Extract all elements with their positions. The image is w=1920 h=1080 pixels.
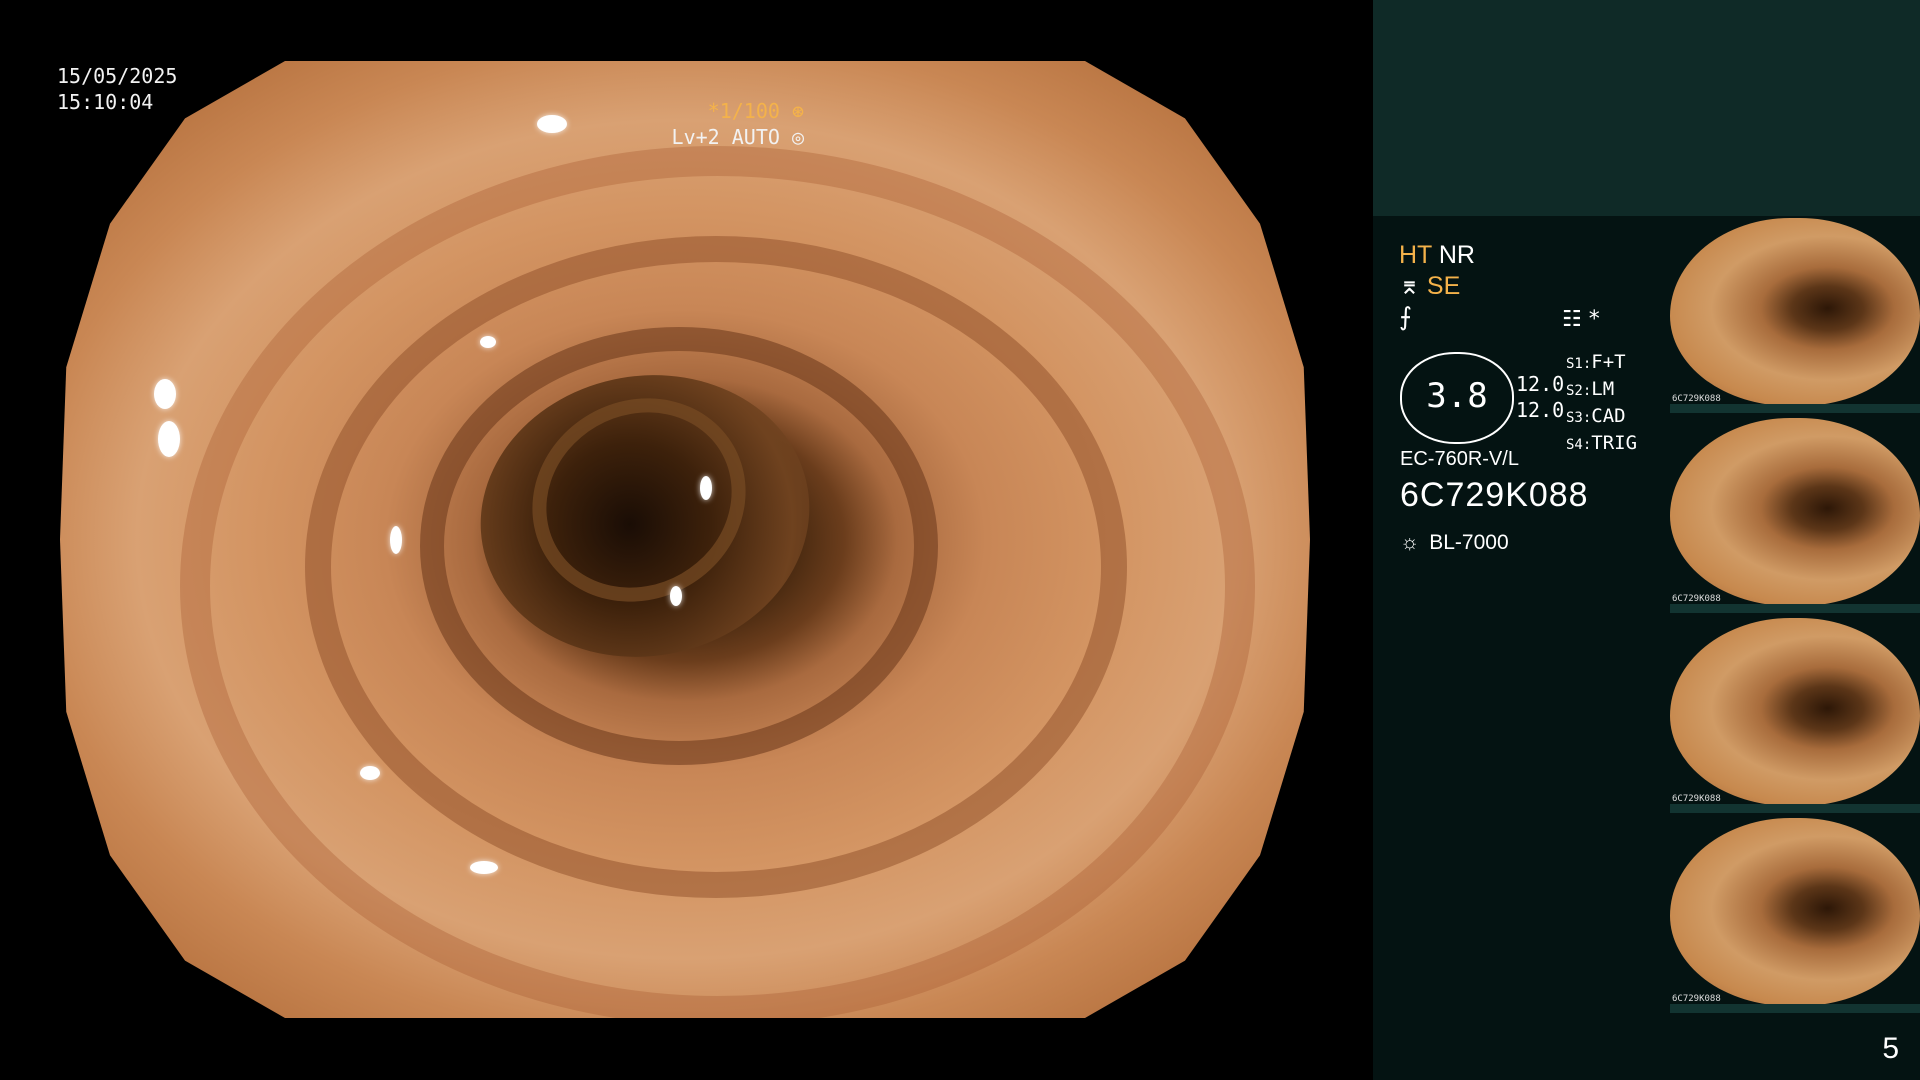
auto-icon: ◎	[791, 125, 804, 149]
mode-info: HT NR ⌆ SE ⨍	[1399, 240, 1659, 333]
mode-nr: NR	[1438, 241, 1475, 269]
thumbnail-4-label: 6C729K088	[1672, 994, 1721, 1004]
specular-highlight-2	[154, 379, 176, 409]
dial-value: 3.8	[1426, 376, 1488, 416]
thumbnail-2-label: 6C729K088	[1672, 594, 1721, 604]
specular-highlight-3	[158, 421, 180, 457]
endoscopic-image	[60, 61, 1310, 1018]
scope-switch-settings: S1:F+T S2:LM S3:CAD S4:TRIG	[1566, 350, 1637, 458]
endoscope-main-view: 15/05/2025 15:10:04 *1/100 ⊛ Lv+2 AUTO ◎	[0, 0, 1372, 1080]
specular-highlight-5	[390, 526, 402, 554]
structure-enhancement-icon: ⌆	[1399, 272, 1420, 300]
page-number: 5	[1882, 1032, 1899, 1065]
specular-highlight-1	[537, 115, 567, 133]
thumbnail-2-bar	[1670, 604, 1920, 613]
dial-value-2: 12.0	[1516, 398, 1565, 422]
thumbnail-4-bar	[1670, 1004, 1920, 1013]
thumbnail-1[interactable]	[1670, 218, 1920, 406]
scope-dial: 3.8	[1400, 352, 1514, 444]
thumbnail-4[interactable]	[1670, 818, 1920, 1006]
filter-icon: ⨍	[1399, 303, 1413, 331]
date-time-display: 15/05/2025 15:10:04	[57, 63, 177, 115]
image-settings-icon: ☷	[1562, 307, 1582, 332]
specular-highlight-9	[360, 766, 380, 780]
specular-highlight-8	[470, 861, 498, 874]
specular-highlight-4	[480, 336, 496, 348]
setting-row-s4: S4:TRIG	[1566, 432, 1638, 454]
mode-ht: HT	[1399, 241, 1432, 269]
date-text: 15/05/2025	[57, 64, 178, 88]
setting-row-s1: S1:F+T	[1566, 351, 1626, 373]
specular-highlight-7	[700, 476, 712, 500]
thumbnail-2[interactable]	[1670, 418, 1920, 606]
setting-row-s2: S2:LM	[1566, 378, 1615, 400]
dial-values: 12.0 12.0	[1516, 371, 1564, 423]
thumbnail-3-label: 6C729K088	[1672, 794, 1721, 804]
scope-model: EC-760R-V/L	[1400, 448, 1519, 470]
shutter-speed-text: *1/100	[707, 99, 780, 123]
brightness-level-text: Lv+2 AUTO	[671, 125, 780, 149]
panel-icon-row: ☷ *	[1562, 307, 1600, 332]
thumbnail-1-label: 6C729K088	[1672, 394, 1721, 404]
asterisk-indicator: *	[1588, 307, 1600, 332]
mode-se: SE	[1426, 272, 1461, 300]
panel-header-block	[1373, 0, 1920, 216]
exposure-status: *1/100 ⊛ Lv+2 AUTO ◎	[672, 98, 804, 150]
light-source-row: ☼ BL-7000	[1400, 531, 1509, 555]
scope-serial: 6C729K088	[1400, 476, 1589, 514]
thumbnail-3[interactable]	[1670, 618, 1920, 806]
light-source-icon: ☼	[1400, 531, 1420, 554]
thumbnail-1-bar	[1670, 404, 1920, 413]
light-source-model: BL-7000	[1429, 531, 1509, 554]
time-text: 15:10:04	[57, 90, 154, 114]
dial-value-1: 12.0	[1516, 372, 1565, 396]
thumbnail-3-bar	[1670, 804, 1920, 813]
setting-row-s3: S3:CAD	[1566, 405, 1626, 427]
shutter-icon: ⊛	[791, 99, 804, 123]
specular-highlight-6	[670, 586, 682, 606]
